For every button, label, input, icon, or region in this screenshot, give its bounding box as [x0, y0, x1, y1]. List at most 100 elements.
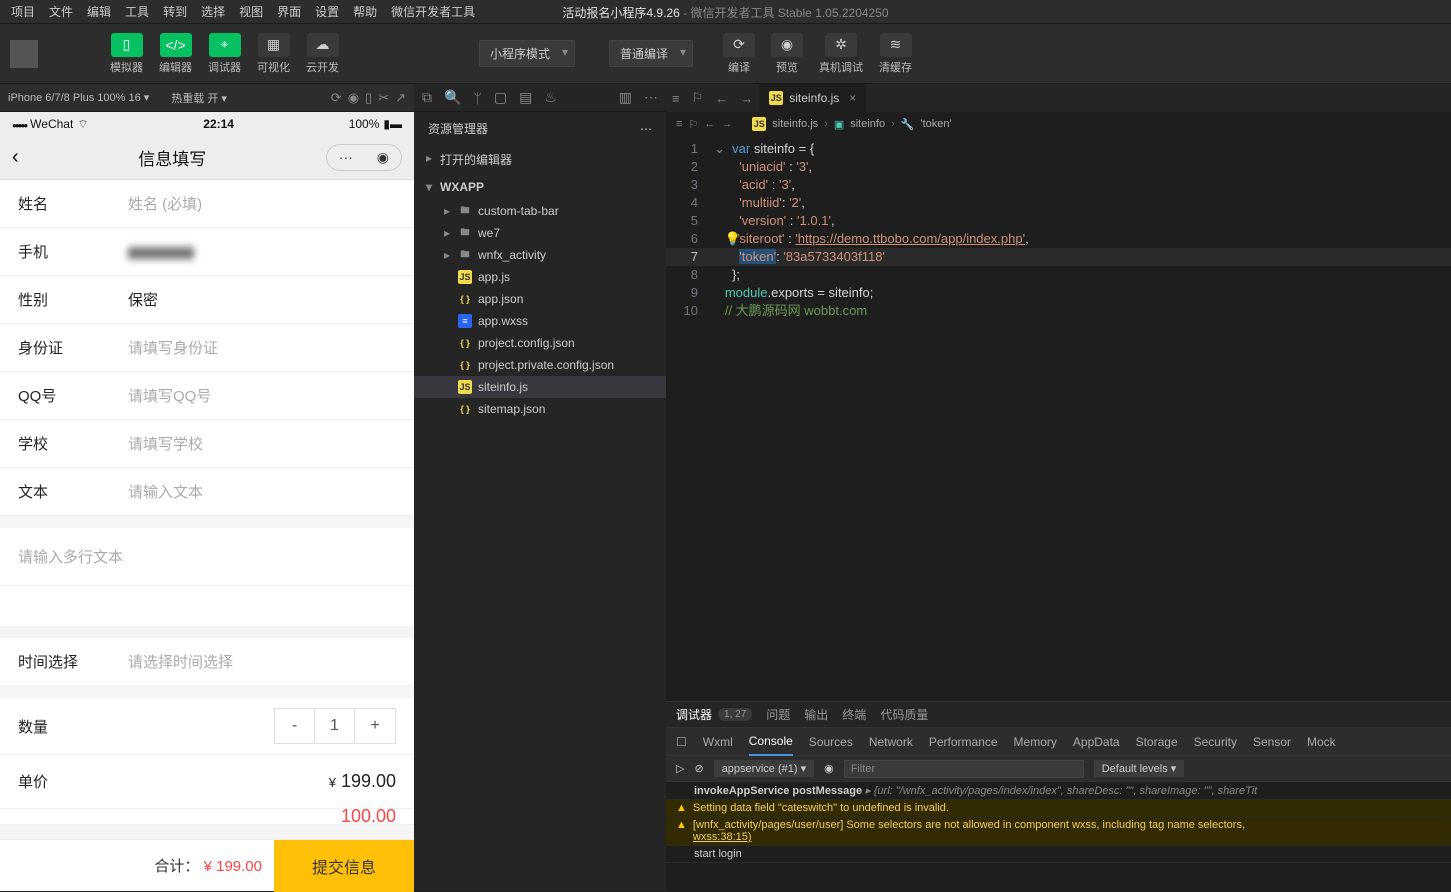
menu-project[interactable]: 项目 [4, 3, 42, 20]
network-tab[interactable]: Network [869, 735, 913, 749]
stop-icon[interactable]: ⊘ [694, 762, 703, 775]
performance-tab[interactable]: Performance [929, 735, 998, 749]
sensor-tab[interactable]: Sensor [1253, 735, 1291, 749]
qty-minus[interactable]: - [275, 709, 315, 743]
root-folder[interactable]: WXAPP [414, 174, 666, 200]
file-sitemap-json[interactable]: { }sitemap.json [414, 398, 666, 420]
filter-input[interactable]: Filter [844, 760, 1084, 778]
preview-button[interactable]: ◉预览 [767, 31, 807, 77]
debugger-tab[interactable]: 调试器 [676, 706, 712, 723]
editor-button[interactable]: </>编辑器 [155, 31, 196, 77]
cloud-button[interactable]: ☁云开发 [302, 31, 343, 77]
storage-tab[interactable]: Storage [1136, 735, 1178, 749]
quality-tab[interactable]: 代码质量 [880, 706, 928, 723]
eye-icon[interactable]: ◉ [824, 762, 834, 775]
console-output[interactable]: invokeAppService postMessage ▸ {url: "/w… [666, 782, 1451, 891]
box-icon[interactable]: ▢ [494, 89, 507, 106]
breadcrumb-prop[interactable]: 'token' [920, 118, 951, 130]
appdata-tab[interactable]: AppData [1073, 735, 1120, 749]
export-icon[interactable]: ↗ [395, 90, 406, 106]
time-select[interactable]: 请选择时间选择 [128, 651, 396, 672]
idcard-input[interactable]: 请填写身份证 [128, 337, 396, 358]
device-select[interactable]: iPhone 6/7/8 Plus 100% 16 ▾ [8, 91, 149, 104]
problems-tab[interactable]: 问题 [766, 706, 790, 723]
visual-button[interactable]: ▦可视化 [253, 31, 294, 77]
doc-icon[interactable]: ▤ [519, 89, 532, 106]
sources-tab[interactable]: Sources [809, 735, 853, 749]
play-icon[interactable]: ▷ [676, 762, 684, 775]
forward-arrow-icon[interactable]: → [721, 118, 732, 130]
user-avatar[interactable] [10, 40, 38, 68]
back-icon[interactable]: ‹ [12, 146, 19, 169]
context-select[interactable]: appservice (#1) ▾ [714, 760, 814, 777]
levels-select[interactable]: Default levels ▾ [1094, 760, 1185, 777]
file-siteinfo-js[interactable]: JSsiteinfo.js [414, 376, 666, 398]
file-project-config[interactable]: { }project.config.json [414, 332, 666, 354]
hotreload-select[interactable]: 热重载 开 ▾ [171, 90, 227, 106]
files-icon[interactable]: ⧉ [422, 89, 432, 106]
bookmark-icon[interactable]: ⚐ [688, 118, 698, 131]
real-debug-button[interactable]: ✲真机调试 [815, 31, 867, 77]
menu-tools[interactable]: 工具 [118, 3, 156, 20]
rotate-icon[interactable]: ⟳ [331, 90, 342, 106]
file-app-wxss[interactable]: ≡app.wxss [414, 310, 666, 332]
back-arrow-icon[interactable]: ← [704, 118, 715, 130]
close-icon[interactable]: × [849, 91, 856, 105]
multiline-input[interactable]: 请输入多行文本 [18, 546, 396, 567]
capsule-menu[interactable]: ··· [327, 145, 365, 170]
qq-input[interactable]: 请填写QQ号 [128, 385, 396, 406]
gift-icon[interactable]: ♨ [544, 89, 557, 106]
folder-wnfx-activity[interactable]: 🖿wnfx_activity [414, 244, 666, 266]
menu-settings[interactable]: 设置 [308, 3, 346, 20]
debugger-button[interactable]: ⌖调试器 [204, 31, 245, 77]
menu-devtools[interactable]: 微信开发者工具 [384, 3, 482, 20]
tel-input[interactable]: ▮▮▮▮▮▮▮▮ [128, 243, 396, 261]
menu-interface[interactable]: 界面 [270, 3, 308, 20]
submit-button[interactable]: 提交信息 [274, 840, 414, 892]
branch-icon[interactable]: ᛘ [473, 90, 481, 106]
terminal-tab[interactable]: 终端 [842, 706, 866, 723]
code-editor[interactable]: 1⌄ var siteinfo = { 2 'uniacid' : '3', 3… [666, 136, 1451, 701]
console-tab[interactable]: Console [749, 734, 793, 756]
list-icon[interactable]: ≡ [676, 118, 682, 130]
folder-custom-tab-bar[interactable]: 🖿custom-tab-bar [414, 200, 666, 222]
folder-we7[interactable]: 🖿we7 [414, 222, 666, 244]
breadcrumb-symbol[interactable]: siteinfo [850, 118, 885, 130]
output-tab[interactable]: 输出 [804, 706, 828, 723]
school-input[interactable]: 请填写学校 [128, 433, 396, 454]
memory-tab[interactable]: Memory [1014, 735, 1057, 749]
menu-goto[interactable]: 转到 [156, 3, 194, 20]
split-icon[interactable]: ▥ [619, 89, 632, 106]
qty-value[interactable]: 1 [315, 709, 355, 743]
bookmark-icon[interactable]: ⚐ [686, 90, 710, 106]
compile-mode-select[interactable]: 普通编译 [609, 40, 693, 67]
record-icon[interactable]: ◉ [348, 90, 359, 106]
menu-file[interactable]: 文件 [42, 3, 80, 20]
qty-plus[interactable]: + [355, 709, 395, 743]
more-icon[interactable]: ⋯ [644, 89, 658, 106]
ellipsis-icon[interactable]: ⋯ [640, 122, 652, 136]
lightbulb-icon[interactable]: 💡 [725, 230, 737, 248]
name-input[interactable]: 姓名 (必填) [128, 193, 396, 214]
menu-select[interactable]: 选择 [194, 3, 232, 20]
mock-tab[interactable]: Mock [1307, 735, 1336, 749]
capsule-close[interactable]: ◉ [365, 145, 401, 170]
file-app-js[interactable]: JSapp.js [414, 266, 666, 288]
search-icon[interactable]: 🔍 [444, 89, 461, 106]
gender-select[interactable]: 保密 [128, 289, 396, 310]
clear-cache-button[interactable]: ≋清缓存 [875, 31, 916, 77]
text-input[interactable]: 请输入文本 [128, 481, 396, 502]
forward-arrow-icon[interactable]: → [734, 91, 759, 106]
breadcrumb-file[interactable]: siteinfo.js [772, 118, 818, 130]
list-icon[interactable]: ≡ [666, 91, 686, 106]
security-tab[interactable]: Security [1194, 735, 1237, 749]
back-arrow-icon[interactable]: ← [709, 91, 734, 106]
menu-view[interactable]: 视图 [232, 3, 270, 20]
file-app-json[interactable]: { }app.json [414, 288, 666, 310]
editor-tab[interactable]: JS siteinfo.js × [759, 84, 867, 112]
menu-edit[interactable]: 编辑 [80, 3, 118, 20]
device-icon[interactable]: ▯ [365, 90, 372, 106]
file-project-private-config[interactable]: { }project.private.config.json [414, 354, 666, 376]
open-editors-section[interactable]: 打开的编辑器 [414, 145, 666, 174]
wxml-tab[interactable]: Wxml [703, 735, 733, 749]
